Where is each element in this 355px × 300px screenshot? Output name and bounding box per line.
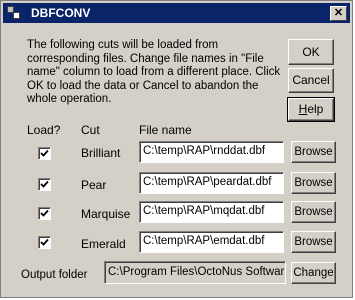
instructions-text: The following cuts will be loaded from c… bbox=[27, 39, 281, 105]
checkmark-icon bbox=[40, 149, 49, 157]
browse-button[interactable]: Browse bbox=[291, 172, 336, 194]
load-checkbox[interactable] bbox=[38, 147, 51, 160]
checkmark-icon bbox=[40, 238, 49, 246]
checkmark-icon bbox=[40, 209, 49, 217]
load-checkbox[interactable] bbox=[38, 207, 51, 220]
help-button[interactable]: Help bbox=[287, 97, 335, 122]
checkmark-icon bbox=[40, 180, 49, 188]
browse-button[interactable]: Browse bbox=[291, 231, 336, 253]
file-name-input[interactable]: C:\temp\RAP\rnddat.dbf bbox=[139, 141, 284, 163]
file-name-input[interactable]: C:\temp\RAP\mqdat.dbf bbox=[139, 201, 284, 223]
cut-label: Marquise bbox=[81, 207, 131, 221]
cut-label: Emerald bbox=[81, 237, 126, 251]
cancel-button[interactable]: Cancel bbox=[288, 68, 334, 93]
ok-button[interactable]: OK bbox=[288, 39, 334, 65]
column-header-file: File name bbox=[139, 123, 192, 137]
app-icon bbox=[7, 6, 21, 20]
dialog-window: DBFCONV ✕ The following cuts will be loa… bbox=[0, 0, 353, 298]
output-folder-field: C:\Program Files\OctoNus Softwar bbox=[104, 261, 286, 284]
window-title: DBFCONV bbox=[31, 6, 91, 20]
cut-label: Pear bbox=[81, 178, 107, 192]
column-header-load: Load? bbox=[27, 123, 61, 137]
column-header-cut: Cut bbox=[81, 123, 100, 137]
file-name-input[interactable]: C:\temp\RAP\emdat.dbf bbox=[139, 231, 284, 253]
browse-button[interactable]: Browse bbox=[291, 141, 336, 163]
load-checkbox[interactable] bbox=[38, 236, 51, 249]
output-folder-label: Output folder bbox=[21, 269, 88, 281]
file-name-input[interactable]: C:\temp\RAP\peardat.dbf bbox=[139, 172, 284, 194]
help-label: elp bbox=[307, 102, 324, 116]
close-button[interactable]: ✕ bbox=[330, 6, 347, 21]
change-button[interactable]: Change bbox=[291, 262, 336, 284]
browse-button[interactable]: Browse bbox=[291, 201, 336, 223]
cut-label: Brilliant bbox=[81, 146, 121, 160]
title-bar[interactable]: DBFCONV ✕ bbox=[3, 3, 350, 23]
load-checkbox[interactable] bbox=[38, 178, 51, 191]
